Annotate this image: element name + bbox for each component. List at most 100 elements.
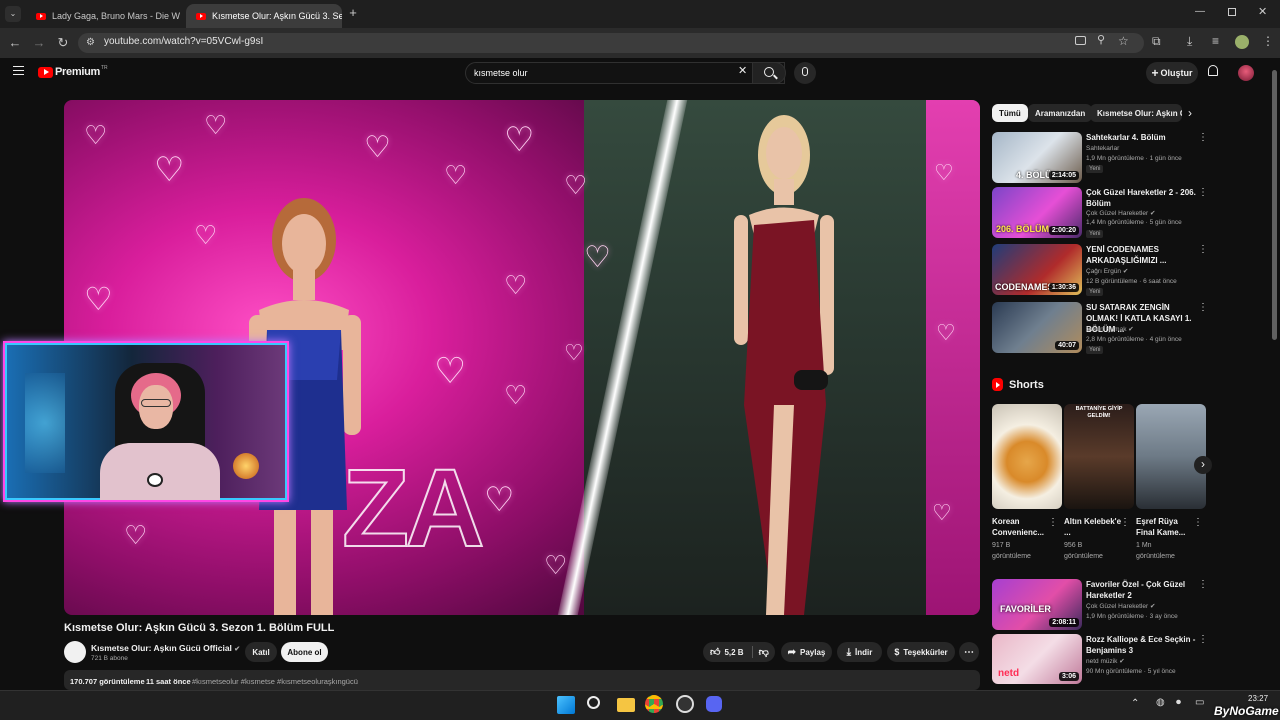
tray-display-icon[interactable]: ▭ xyxy=(1195,697,1204,708)
close-window-icon[interactable]: ✕ xyxy=(1258,5,1267,18)
download-button[interactable]: ⤓ İndir xyxy=(837,642,882,662)
forward-arrow-icon[interactable]: → xyxy=(31,35,47,51)
channel-name[interactable]: Sahtekarlar xyxy=(1086,145,1119,152)
chevron-right-icon[interactable]: › xyxy=(1188,106,1192,120)
video-duration: 40:07 xyxy=(1055,341,1079,350)
short-thumbnail[interactable] xyxy=(1136,404,1206,509)
thanks-button[interactable]: $ Teşekkürler xyxy=(887,642,955,662)
shorts-next-chevron-icon[interactable]: › xyxy=(1194,456,1212,474)
page-scrollbar[interactable] xyxy=(1272,70,1277,340)
video-thumbnail[interactable]: CODENAMES 1:30:36 xyxy=(992,244,1082,295)
hashtags[interactable]: #kısmetseolur #kısmetse #kısmetseoluraşk… xyxy=(192,677,358,686)
more-options-icon[interactable]: ⋮ xyxy=(1198,634,1208,645)
new-badge: Yeni xyxy=(1086,230,1104,238)
description-box[interactable]: 170.707 görüntüleme 11 saat önce #kısmet… xyxy=(64,670,980,690)
discord-icon[interactable] xyxy=(706,696,722,712)
channel-name[interactable]: Çağrı Ergün ✔ xyxy=(1086,267,1128,275)
search-input[interactable] xyxy=(474,65,724,81)
more-options-icon[interactable]: ⋮ xyxy=(1198,579,1208,590)
share-arrow-icon: ➦ xyxy=(787,646,797,658)
channel-name[interactable]: Çok Güzel Hareketler ✔ xyxy=(1086,602,1155,610)
video-title[interactable]: Sahtekarlar 4. Bölüm xyxy=(1086,132,1196,143)
verified-icon: ✔ xyxy=(1122,268,1129,275)
video-title[interactable]: Rozz Kalliope & Ece Seçkin - Benjamins 3 xyxy=(1086,634,1196,656)
more-actions-button[interactable]: ⋯ xyxy=(959,642,979,662)
channel-name[interactable]: Çok Güzel Hareketler ✔ xyxy=(1086,209,1155,217)
obs-icon[interactable] xyxy=(676,695,694,713)
site-info-icon[interactable]: ⚙ xyxy=(86,37,95,48)
shelf-light xyxy=(25,373,65,473)
chrome-icon[interactable] xyxy=(645,695,663,713)
profile-avatar-icon[interactable] xyxy=(1235,35,1249,49)
windows-start-icon[interactable] xyxy=(557,696,575,714)
short-title[interactable]: Eşref Rüya Final Kame... xyxy=(1136,516,1198,538)
back-arrow-icon[interactable]: ← xyxy=(7,35,23,51)
hamburger-menu-icon[interactable] xyxy=(13,66,24,75)
create-button[interactable]: + Oluştur xyxy=(1146,62,1198,84)
video-thumbnail[interactable]: netd 3:06 xyxy=(992,634,1082,684)
search-button[interactable] xyxy=(752,62,786,84)
browser-tab-2-title: Kısmetse Olur: Aşkın Gücü 3. Se xyxy=(212,11,342,21)
tray-mic-icon[interactable]: ⏺ xyxy=(1176,697,1181,708)
taskbar-search-icon[interactable] xyxy=(587,696,600,709)
install-app-icon[interactable] xyxy=(1075,36,1086,45)
video-thumbnail[interactable]: 40:07 xyxy=(992,302,1082,353)
short-title[interactable]: Korean Convenienc... xyxy=(992,516,1054,538)
zoom-icon[interactable]: ⚲ xyxy=(1097,33,1105,46)
account-avatar[interactable] xyxy=(1238,65,1254,81)
thumbs-up-icon[interactable]: 👍︎ xyxy=(710,646,720,658)
subscribe-button[interactable]: Abone ol xyxy=(281,642,328,662)
more-options-icon[interactable]: ⋮ xyxy=(1198,132,1208,143)
more-options-icon[interactable]: ⋮ xyxy=(1198,187,1208,198)
voice-search-button[interactable] xyxy=(794,62,816,84)
file-explorer-icon[interactable] xyxy=(617,698,635,712)
clear-search-icon[interactable]: ✕ xyxy=(738,64,747,77)
minimize-window-icon[interactable]: — xyxy=(1195,6,1205,17)
video-title[interactable]: Çok Güzel Hareketler 2 - 206. Bölüm xyxy=(1086,187,1196,209)
video-title[interactable]: YENİ CODENAMES ARKADAŞLIĞIMIZI ... xyxy=(1086,244,1196,266)
channel-name[interactable]: netd müzik ✔ xyxy=(1086,657,1125,665)
thumbs-down-icon[interactable]: 👎︎ xyxy=(759,646,769,658)
short-title[interactable]: Altın Kelebek'e ... xyxy=(1064,516,1126,538)
channel-name-main[interactable]: Kısmetse Olur: Aşkın Gücü Official ✔ xyxy=(91,643,240,653)
video-thumbnail[interactable]: FAVORİLER 2:08:11 xyxy=(992,579,1082,630)
streamer-hoodie xyxy=(100,443,220,500)
video-duration: 2:08:11 xyxy=(1049,618,1079,627)
video-thumbnail[interactable]: 206. BÖLÜM 2:00:20 xyxy=(992,187,1082,238)
chip-from-search[interactable]: Aramanızdan xyxy=(1028,104,1093,122)
browser-menu-icon[interactable]: ⋮ xyxy=(1262,34,1274,48)
tray-chevron-icon[interactable]: ⌃ xyxy=(1131,698,1139,709)
video-thumbnail[interactable]: 4. BÖLÜM 2:14:05 xyxy=(992,132,1082,183)
heart-icon: ♡ xyxy=(584,241,611,274)
browser-tab-1[interactable]: Lady Gaga, Bruno Mars - Die W ✕ xyxy=(26,4,184,28)
close-tab-icon[interactable]: ✕ xyxy=(180,11,184,22)
new-tab-plus-icon[interactable]: + xyxy=(346,6,360,20)
video-title[interactable]: Favoriler Özel - Çok Güzel Hareketler 2 xyxy=(1086,579,1196,601)
downloads-icon[interactable]: ⤓ xyxy=(1187,34,1192,49)
short-thumbnail[interactable] xyxy=(992,404,1062,509)
more-options-icon[interactable]: ⋮ xyxy=(1048,517,1058,528)
more-options-icon[interactable]: ⋮ xyxy=(1198,244,1208,255)
like-count[interactable]: 5,2 B xyxy=(724,648,743,657)
reading-list-icon[interactable]: ≡ xyxy=(1212,34,1219,48)
reload-icon[interactable]: ↻ xyxy=(55,35,71,51)
more-options-icon[interactable]: ⋮ xyxy=(1198,302,1208,313)
more-options-icon[interactable]: ⋮ xyxy=(1120,517,1130,528)
youtube-logo[interactable]: Premium TR xyxy=(38,65,108,78)
notifications-bell-icon[interactable] xyxy=(1208,65,1218,76)
tray-network-icon[interactable]: ◍ xyxy=(1156,697,1165,708)
clock[interactable]: 23:27 xyxy=(1248,694,1268,703)
join-button[interactable]: Katıl xyxy=(245,642,277,662)
extensions-icon[interactable]: ⧉ xyxy=(1152,34,1161,49)
share-button[interactable]: ➦ Paylaş xyxy=(781,642,832,662)
channel-avatar[interactable] xyxy=(64,641,86,663)
channel-name[interactable]: Orkun Işıtmak ✔ xyxy=(1086,325,1134,333)
bookmark-star-icon[interactable]: ☆ xyxy=(1118,34,1129,48)
tab-search-icon[interactable]: ⌄ xyxy=(5,6,21,22)
short-thumbnail[interactable]: BATTANİYE GİYİP GELDİM! xyxy=(1064,404,1134,509)
chip-all[interactable]: Tümü xyxy=(992,104,1028,122)
browser-tab-2[interactable]: Kısmetse Olur: Aşkın Gücü 3. Se ✕ xyxy=(186,4,342,28)
restore-window-icon[interactable] xyxy=(1228,8,1236,16)
more-options-icon[interactable]: ⋮ xyxy=(1193,517,1203,528)
chip-kismetse-olur[interactable]: Kısmetse Olur: Aşkın Gü xyxy=(1090,104,1182,122)
